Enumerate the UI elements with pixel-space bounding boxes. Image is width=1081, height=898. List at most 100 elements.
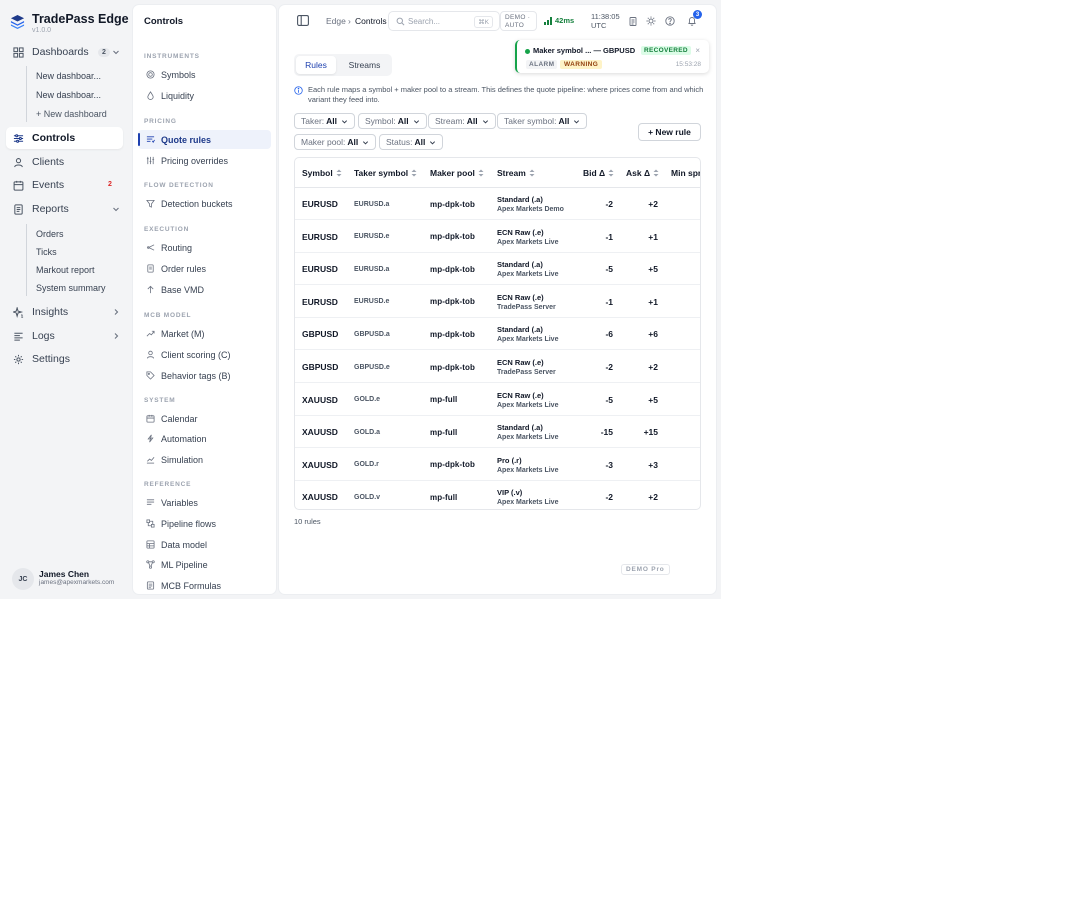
stream-name: Standard (.a): [497, 195, 543, 204]
table-row[interactable]: GBPUSD GBPUSD.e mp-dpk-tob ECN Raw (.e) Trad…: [295, 351, 700, 383]
controls-item-symbols[interactable]: Symbols: [138, 65, 271, 84]
nav-settings[interactable]: Settings: [6, 348, 123, 370]
toast-time: 15:53:28: [675, 61, 701, 68]
quote-rules-table: Symbol Taker symbol Maker pool Stream Bi…: [294, 157, 701, 510]
filter-stream[interactable]: Stream: All: [428, 113, 496, 129]
controls-item-base-vmd[interactable]: Base VMD: [138, 280, 271, 299]
column-header-ask-delta[interactable]: Ask Δ: [626, 158, 659, 187]
report-item-system-summary[interactable]: System summary: [36, 283, 106, 293]
plan-badge: DEMO Pro: [621, 564, 670, 575]
cell-symbol: XAUUSD: [302, 492, 338, 503]
chevron-right-icon[interactable]: [112, 332, 120, 340]
sort-icon: [478, 169, 484, 176]
table-row[interactable]: XAUUSD GOLD.v mp-full VIP (.v) Apex Markets …: [295, 481, 700, 509]
stream-server: Apex Markets Live: [497, 434, 559, 442]
cell-ask-delta: +2: [648, 199, 658, 209]
user-profile[interactable]: JC James Chen james@apexmarkets.com: [12, 566, 127, 590]
chevron-right-icon[interactable]: [112, 308, 120, 316]
search-input[interactable]: Search... ⌘K: [388, 11, 500, 31]
help-icon[interactable]: [665, 16, 675, 26]
close-icon[interactable]: ×: [695, 46, 700, 55]
dashboard-item-2[interactable]: New dashboar...: [36, 90, 101, 100]
nav-clients[interactable]: Clients: [6, 151, 123, 173]
alert-toast[interactable]: Maker symbol ... — GBPUSD RECOVERED × AL…: [515, 40, 709, 73]
cell-maker-pool: mp-full: [430, 395, 458, 405]
controls-item-mcb-formulas[interactable]: MCB Formulas: [138, 576, 271, 595]
calendar-icon: [146, 414, 155, 423]
column-header-stream[interactable]: Stream: [497, 158, 535, 187]
controls-item-label: Detection buckets: [161, 198, 233, 209]
cell-symbol: EURUSD: [302, 231, 338, 242]
controls-item-pipeline-flows[interactable]: Pipeline flows: [138, 514, 271, 533]
chevron-down-icon: [363, 140, 369, 144]
report-item-markout[interactable]: Markout report: [36, 265, 95, 275]
table-row[interactable]: EURUSD EURUSD.e mp-dpk-tob ECN Raw (.e) Apex…: [295, 221, 700, 253]
table-row[interactable]: XAUUSD GOLD.e mp-full ECN Raw (.e) Apex Mark…: [295, 384, 700, 416]
nav-reports[interactable]: Reports: [6, 198, 123, 220]
filter-status[interactable]: Status: All: [379, 134, 444, 150]
controls-item-client-scoring[interactable]: Client scoring (C): [138, 345, 271, 364]
new-rule-button[interactable]: + New rule: [638, 123, 701, 141]
nav-clients-label: Clients: [32, 156, 65, 168]
controls-item-variables[interactable]: Variables: [138, 493, 271, 512]
nav-dashboards[interactable]: Dashboards 2: [6, 41, 123, 63]
column-header-min-spread[interactable]: Min spr: [671, 158, 700, 187]
chevron-down-icon[interactable]: [112, 48, 120, 56]
tab-streams[interactable]: Streams: [339, 56, 390, 74]
controls-item-label: Market (M): [161, 328, 205, 339]
environment-switch[interactable]: DEMO · AUTO: [500, 11, 537, 31]
add-dashboard-link[interactable]: + New dashboard: [36, 109, 107, 119]
controls-item-ml-pipeline[interactable]: ML Pipeline: [138, 555, 271, 574]
sun-icon[interactable]: [646, 16, 656, 26]
info-icon: [294, 86, 303, 95]
chevron-down-icon[interactable]: [112, 205, 120, 213]
report-item-ticks[interactable]: Ticks: [36, 247, 57, 257]
controls-item-routing[interactable]: Routing: [138, 238, 271, 257]
filter-taker-symbol[interactable]: Taker symbol: All: [497, 113, 588, 129]
column-header-taker-symbol[interactable]: Taker symbol: [354, 158, 417, 187]
controls-item-detection-buckets[interactable]: Detection buckets: [138, 194, 271, 213]
filter-symbol[interactable]: Symbol: All: [358, 113, 427, 129]
table-row[interactable]: EURUSD EURUSD.e mp-dpk-tob ECN Raw (.e) Trad…: [295, 286, 700, 318]
table-row[interactable]: XAUUSD GOLD.a mp-full Standard (.a) Apex Mar…: [295, 416, 700, 449]
report-item-orders[interactable]: Orders: [36, 229, 64, 239]
clipboard-icon[interactable]: [628, 16, 638, 26]
controls-item-data-model[interactable]: Data model: [138, 535, 271, 554]
table-row[interactable]: XAUUSD GOLD.r mp-dpk-tob Pro (.r) Apex Marke…: [295, 449, 700, 481]
column-header-symbol[interactable]: Symbol: [302, 158, 342, 187]
latency-indicator: 42ms: [544, 16, 574, 25]
controls-item-behavior-tags[interactable]: Behavior tags (B): [138, 366, 271, 385]
controls-item-liquidity[interactable]: Liquidity: [138, 86, 271, 105]
controls-item-market[interactable]: Market (M): [138, 324, 271, 343]
controls-item-calendar[interactable]: Calendar: [138, 409, 271, 428]
controls-item-simulation[interactable]: Simulation: [138, 450, 271, 469]
controls-item-pricing-overrides[interactable]: Pricing overrides: [138, 151, 271, 170]
section-instruments: INSTRUMENTS: [144, 53, 200, 60]
filter-taker[interactable]: Taker: All: [294, 113, 356, 129]
nav-insights[interactable]: Insights: [6, 301, 123, 323]
sidebar-toggle-icon[interactable]: [297, 15, 309, 26]
column-header-bid-delta[interactable]: Bid Δ: [583, 158, 614, 187]
cell-stream: ECN Raw (.e) TradePass Server: [497, 351, 556, 383]
controls-item-label: Symbols: [161, 69, 196, 80]
filter-maker-pool[interactable]: Maker pool: All: [294, 134, 377, 150]
controls-item-order-rules[interactable]: Order rules: [138, 259, 271, 278]
breadcrumb-root[interactable]: Edge: [326, 16, 346, 26]
cell-bid-delta: -5: [605, 264, 613, 275]
table-row[interactable]: GBPUSD GBPUSD.a mp-dpk-tob Standard (.a) Ape…: [295, 318, 700, 351]
table-row[interactable]: EURUSD EURUSD.a mp-dpk-tob Standard (.a) Ape…: [295, 253, 700, 286]
dashboard-item-1[interactable]: New dashboar...: [36, 71, 101, 81]
controls-item-quote-rules[interactable]: Quote rules: [138, 130, 271, 149]
filter-label: Taker:: [301, 116, 325, 126]
info-banner: Each rule maps a symbol + maker pool to …: [294, 85, 704, 104]
cell-stream: Standard (.a) Apex Markets Live: [497, 318, 558, 350]
controls-item-automation[interactable]: Automation: [138, 429, 271, 448]
table-row[interactable]: EURUSD EURUSD.a mp-dpk-tob Standard (.a) Ape…: [295, 188, 700, 220]
nav-reports-label: Reports: [32, 203, 69, 215]
nav-events[interactable]: Events 2: [6, 174, 123, 196]
nav-controls[interactable]: Controls: [6, 127, 123, 149]
tab-rules[interactable]: Rules: [296, 56, 336, 74]
cell-symbol: GBPUSD: [302, 329, 339, 340]
nav-logs[interactable]: Logs: [6, 325, 123, 347]
column-header-maker-pool[interactable]: Maker pool: [430, 158, 484, 187]
